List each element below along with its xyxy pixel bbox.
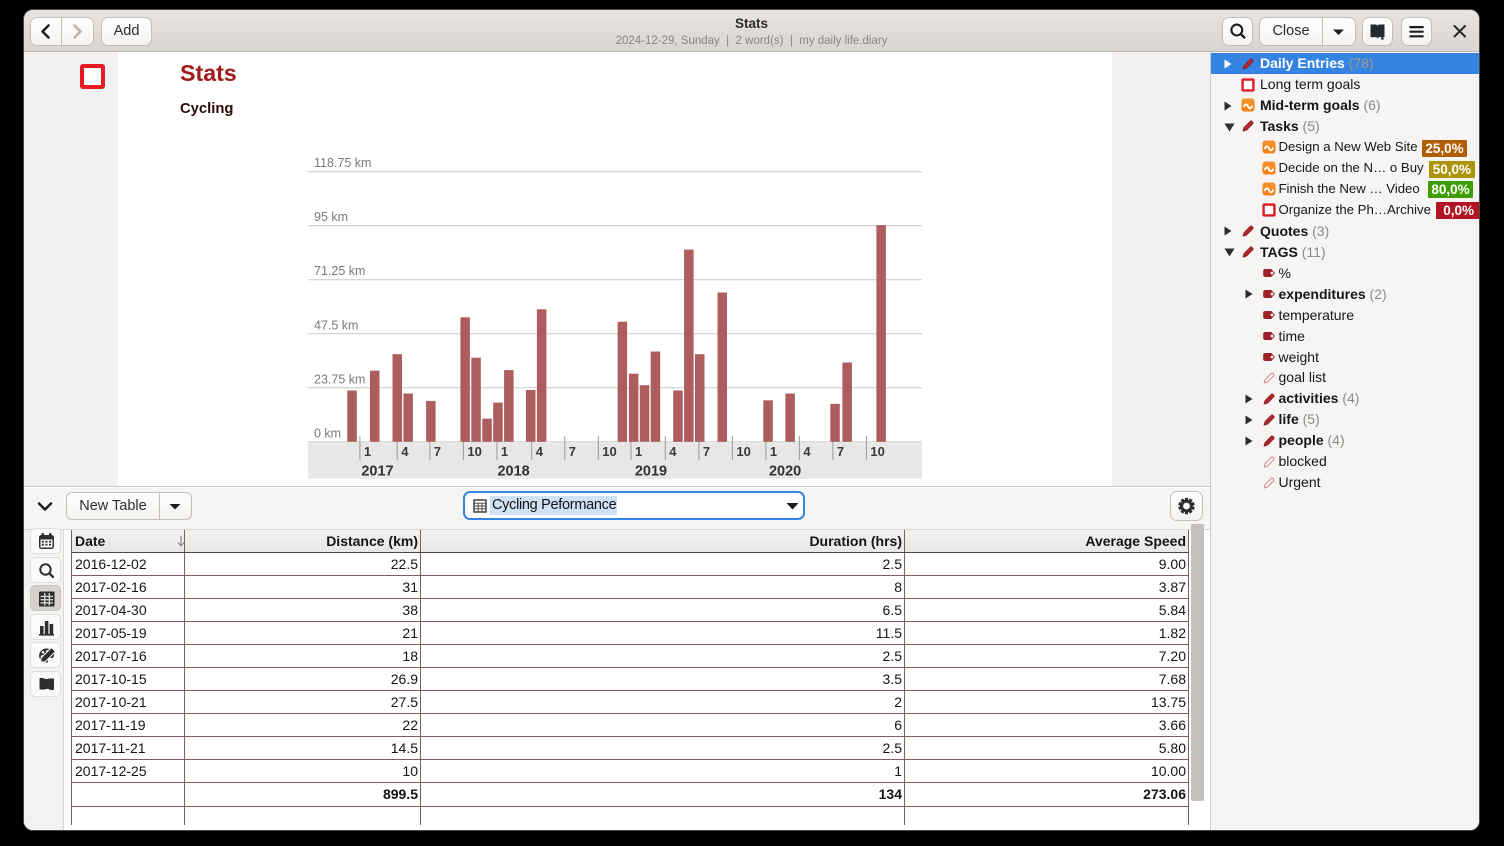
svg-text:2018: 2018 bbox=[497, 464, 529, 480]
svg-text:0 km: 0 km bbox=[314, 426, 341, 440]
svg-text:71.25 km: 71.25 km bbox=[314, 264, 365, 278]
svg-text:1: 1 bbox=[635, 444, 642, 459]
svg-text:47.5 km: 47.5 km bbox=[314, 318, 358, 332]
svg-text:7: 7 bbox=[434, 444, 441, 459]
svg-text:10: 10 bbox=[736, 444, 750, 459]
svg-text:10: 10 bbox=[467, 444, 481, 459]
svg-text:7: 7 bbox=[703, 444, 710, 459]
svg-text:10: 10 bbox=[870, 444, 884, 459]
svg-text:4: 4 bbox=[401, 444, 409, 459]
svg-text:2020: 2020 bbox=[769, 464, 801, 480]
svg-text:95 km: 95 km bbox=[314, 210, 348, 224]
svg-text:2019: 2019 bbox=[635, 464, 667, 480]
svg-text:4: 4 bbox=[536, 444, 544, 459]
svg-text:23.75 km: 23.75 km bbox=[314, 372, 365, 386]
svg-text:2017: 2017 bbox=[361, 464, 393, 480]
svg-text:4: 4 bbox=[803, 444, 811, 459]
svg-text:10: 10 bbox=[602, 444, 616, 459]
svg-text:1: 1 bbox=[364, 444, 371, 459]
svg-text:7: 7 bbox=[569, 444, 576, 459]
svg-text:4: 4 bbox=[669, 444, 677, 459]
svg-text:7: 7 bbox=[837, 444, 844, 459]
svg-text:1: 1 bbox=[501, 444, 508, 459]
svg-text:1: 1 bbox=[770, 444, 777, 459]
svg-text:118.75 km: 118.75 km bbox=[314, 156, 371, 170]
